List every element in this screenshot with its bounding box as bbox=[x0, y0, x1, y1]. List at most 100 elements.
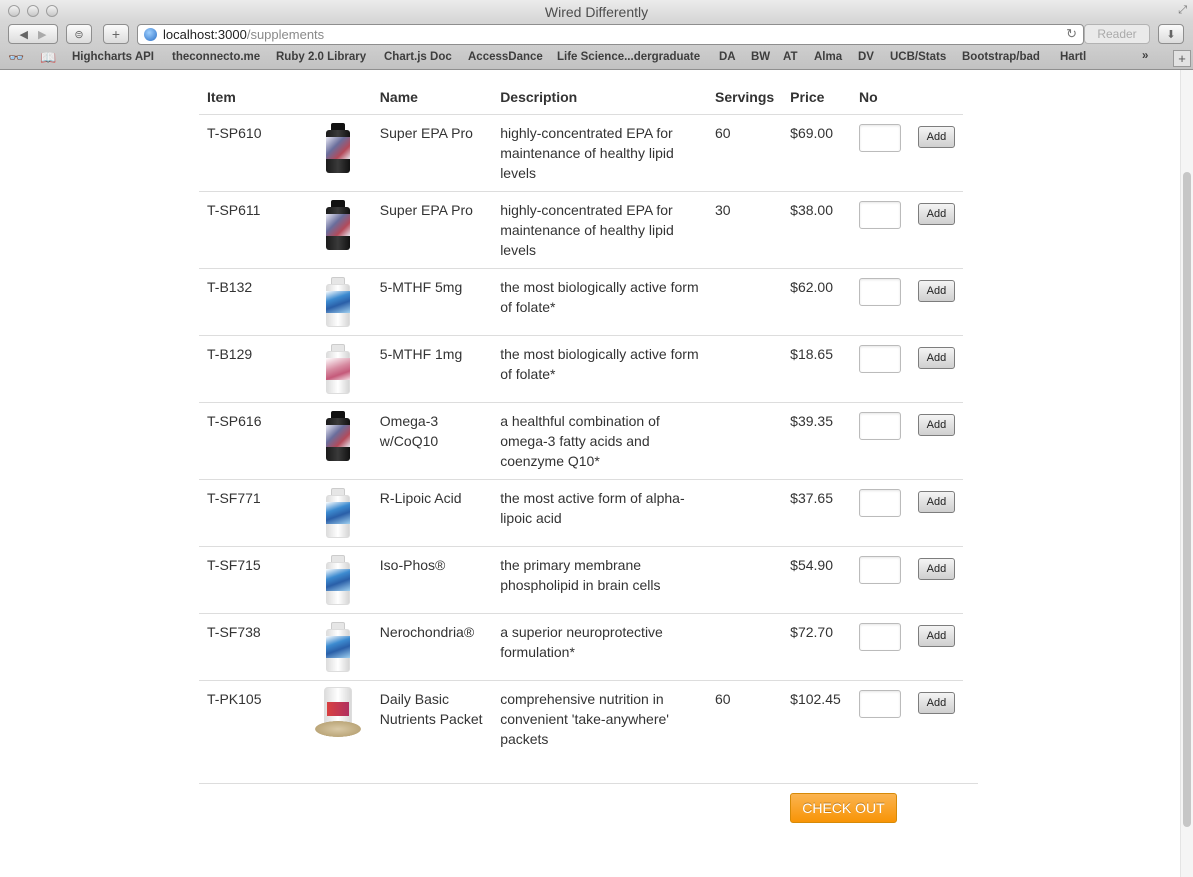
url-text[interactable]: localhost:3000/supplements bbox=[163, 27, 324, 42]
table-row: T-SP610 Super EPA Pro highly-concentrated … bbox=[199, 114, 963, 192]
quantity-input[interactable] bbox=[859, 201, 902, 229]
product-name: Omega-3 w/CoQ10 bbox=[371, 402, 493, 480]
quantity-cell bbox=[851, 546, 910, 614]
quantity-cell bbox=[851, 114, 910, 192]
url-host: localhost:3000 bbox=[163, 27, 247, 42]
item-code: T-SF738 bbox=[199, 613, 306, 681]
browser-toolbar: ◀ ▶ ⊜ + localhost:3000/supplements ↻ Rea… bbox=[0, 22, 1193, 48]
new-tab-button[interactable]: + bbox=[103, 24, 129, 44]
quantity-input[interactable] bbox=[859, 623, 902, 651]
more-bookmarks-icon[interactable]: » bbox=[1142, 50, 1148, 62]
fullscreen-icon[interactable]: ⤢ bbox=[1178, 4, 1187, 17]
price: $37.65 bbox=[782, 479, 852, 547]
bookmark-item[interactable]: DV bbox=[858, 51, 874, 63]
vertical-scrollbar[interactable] bbox=[1180, 70, 1193, 877]
price: $62.00 bbox=[782, 268, 852, 336]
scrollbar-thumb[interactable] bbox=[1183, 172, 1191, 827]
add-button[interactable]: Add bbox=[917, 347, 955, 369]
bookmark-item[interactable]: AccessDance bbox=[468, 51, 543, 63]
add-button[interactable]: Add bbox=[917, 126, 955, 148]
servings: 60 bbox=[707, 680, 783, 757]
bookmark-item[interactable]: Chart.js Doc bbox=[384, 51, 452, 63]
price: $38.00 bbox=[782, 191, 852, 269]
column-header-add bbox=[909, 82, 963, 115]
product-image bbox=[325, 344, 351, 394]
product-description: the primary membrane phospholipid in bra… bbox=[492, 546, 708, 614]
quantity-cell bbox=[851, 402, 910, 480]
add-button[interactable]: Add bbox=[917, 625, 955, 647]
history-button[interactable]: ⊜ bbox=[66, 24, 92, 44]
quantity-input[interactable] bbox=[859, 124, 902, 152]
servings bbox=[707, 402, 783, 480]
bookmark-item[interactable]: Ruby 2.0 Library bbox=[276, 51, 366, 63]
product-name: Daily Basic Nutrients Packet bbox=[371, 680, 493, 757]
reader-button[interactable]: Reader bbox=[1084, 24, 1150, 44]
add-button[interactable]: Add bbox=[917, 414, 955, 436]
product-description: highly-concentrated EPA for maintenance … bbox=[492, 191, 708, 269]
history-icon: ⊜ bbox=[74, 28, 84, 41]
title-bar: Wired Differently ⤢ bbox=[0, 0, 1193, 22]
product-name: 5-MTHF 5mg bbox=[371, 268, 493, 336]
quantity-input[interactable] bbox=[859, 690, 902, 718]
quantity-input[interactable] bbox=[859, 489, 902, 517]
product-name: Iso-Phos® bbox=[371, 546, 493, 614]
quantity-input[interactable] bbox=[859, 556, 902, 584]
column-header-price: Price bbox=[782, 82, 852, 115]
quantity-cell bbox=[851, 191, 910, 269]
bookmarks-book-icon[interactable]: 📖 bbox=[40, 50, 56, 66]
price: $102.45 bbox=[782, 680, 852, 757]
product-name: 5-MTHF 1mg bbox=[371, 335, 493, 403]
bookmark-item[interactable]: Life Science...dergraduate bbox=[557, 51, 700, 63]
address-bar[interactable]: localhost:3000/supplements ↻ bbox=[137, 24, 1084, 45]
image-cell bbox=[305, 680, 372, 757]
browser-window: Wired Differently ⤢ ◀ ▶ ⊜ + localhost:30… bbox=[0, 0, 1193, 877]
add-button[interactable]: Add bbox=[917, 280, 955, 302]
table-row: T-B132 5-MTHF 5mg the most biologically ac… bbox=[199, 268, 963, 336]
table-header-row: Item Name Description Servings Price No bbox=[199, 82, 963, 115]
bookmark-item[interactable]: AT bbox=[783, 51, 797, 63]
price: $72.70 bbox=[782, 613, 852, 681]
checkout-button[interactable]: CHECK OUT bbox=[790, 793, 897, 823]
download-icon: ⬇ bbox=[1166, 28, 1176, 41]
url-path: /supplements bbox=[246, 27, 325, 42]
image-cell bbox=[305, 335, 372, 403]
bookmark-item[interactable]: Highcharts API bbox=[72, 51, 154, 63]
quantity-cell bbox=[851, 680, 910, 757]
product-description: the most active form of alpha-lipoic aci… bbox=[492, 479, 708, 547]
bookmarks-bar: 👓 📖 Highcharts API theconnecto.me Ruby 2… bbox=[0, 48, 1193, 70]
plus-icon: + bbox=[111, 26, 121, 42]
item-code: T-SP610 bbox=[199, 114, 306, 192]
add-button[interactable]: Add bbox=[917, 558, 955, 580]
add-tab-icon[interactable]: + bbox=[1173, 50, 1191, 67]
reload-icon[interactable]: ↻ bbox=[1066, 26, 1077, 42]
add-button[interactable]: Add bbox=[917, 692, 955, 714]
item-code: T-SP611 bbox=[199, 191, 306, 269]
forward-icon[interactable]: ▶ bbox=[38, 28, 46, 41]
downloads-button[interactable]: ⬇ bbox=[1158, 24, 1184, 44]
bookmark-item[interactable]: DA bbox=[719, 51, 736, 63]
product-image bbox=[325, 277, 351, 327]
column-header-name: Name bbox=[371, 82, 493, 115]
back-icon[interactable]: ◀ bbox=[20, 28, 28, 41]
bookmark-item[interactable]: UCB/Stats bbox=[890, 51, 946, 63]
table-row: T-SP616 Omega-3 w/CoQ10 a healthful combin… bbox=[199, 402, 963, 480]
product-name: Nerochondria® bbox=[371, 613, 493, 681]
bookmark-item[interactable]: Bootstrap/bad bbox=[962, 51, 1040, 63]
quantity-input[interactable] bbox=[859, 278, 902, 306]
bookmark-item[interactable]: theconnecto.me bbox=[172, 51, 260, 63]
table-row: T-PK105 Daily Basic Nutrients Packet compr… bbox=[199, 680, 963, 757]
product-image bbox=[325, 488, 351, 538]
add-button[interactable]: Add bbox=[917, 491, 955, 513]
quantity-input[interactable] bbox=[859, 345, 902, 373]
product-image bbox=[325, 555, 351, 605]
bookmark-item[interactable]: Hartl bbox=[1060, 51, 1086, 63]
quantity-input[interactable] bbox=[859, 412, 902, 440]
reading-list-icon[interactable]: 👓 bbox=[8, 50, 24, 66]
add-cell: Add bbox=[909, 402, 963, 480]
back-forward-buttons: ◀ ▶ bbox=[8, 24, 58, 44]
servings bbox=[707, 613, 783, 681]
bookmark-item[interactable]: BW bbox=[751, 51, 770, 63]
add-button[interactable]: Add bbox=[917, 203, 955, 225]
price: $39.35 bbox=[782, 402, 852, 480]
bookmark-item[interactable]: Alma bbox=[814, 51, 842, 63]
